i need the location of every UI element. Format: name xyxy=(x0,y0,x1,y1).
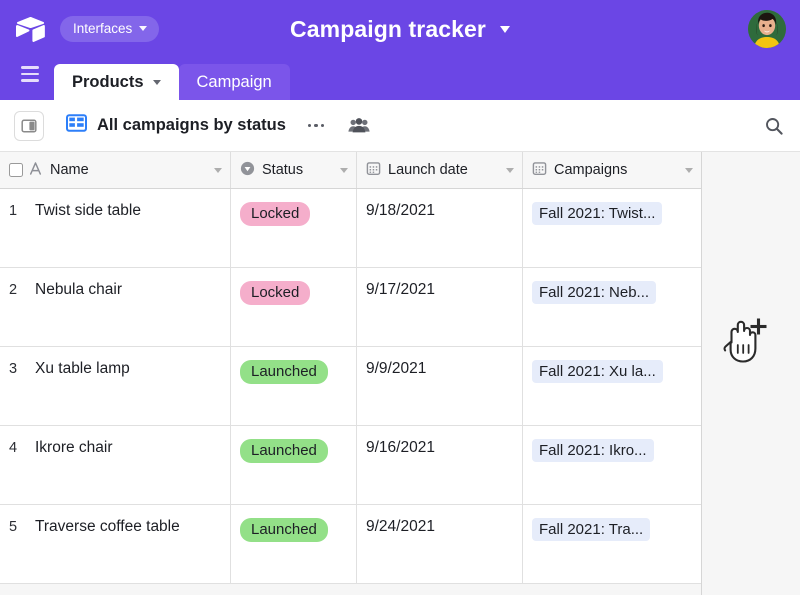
single-select-icon xyxy=(240,161,255,180)
airtable-app-window: Interfaces Campaign tracker Products Cam… xyxy=(0,0,800,595)
cell-name[interactable]: 1 Twist side table xyxy=(0,189,231,267)
tab-campaign-label: Campaign xyxy=(196,72,272,91)
cell-status[interactable]: Launched xyxy=(231,505,357,583)
launch-date-value: 9/16/2021 xyxy=(366,439,435,456)
grid-body: 1 Twist side table Locked 9/18/2021 Fall 202… xyxy=(0,189,702,584)
row-number: 5 xyxy=(9,519,18,535)
avatar[interactable] xyxy=(748,10,786,48)
airtable-logo-icon[interactable] xyxy=(14,12,48,46)
column-header-status[interactable]: Status xyxy=(231,152,357,188)
page-title[interactable]: Campaign tracker xyxy=(290,16,486,43)
launch-date-value: 9/24/2021 xyxy=(366,518,435,535)
launch-date-value: 9/17/2021 xyxy=(366,281,435,298)
chevron-down-icon[interactable] xyxy=(499,25,510,33)
chevron-down-icon[interactable] xyxy=(340,167,348,173)
row-number: 4 xyxy=(9,440,18,456)
linked-record-chip[interactable]: Fall 2021: Twist... xyxy=(532,202,663,225)
status-badge: Launched xyxy=(240,439,328,464)
status-badge: Locked xyxy=(240,202,311,227)
table-tab-strip: Products Campaign xyxy=(0,58,800,100)
row-name-value: Traverse coffee table xyxy=(35,518,180,535)
table-row[interactable]: 4 Ikrore chair Launched 9/16/2021 Fall 2021:… xyxy=(0,426,702,505)
linked-record-chip[interactable]: Fall 2021: Neb... xyxy=(532,281,657,304)
grid-view-icon xyxy=(66,113,87,138)
row-name-value: Ikrore chair xyxy=(35,439,113,456)
cell-campaigns[interactable]: Fall 2021: Tra... xyxy=(523,505,702,583)
cell-campaigns[interactable]: Fall 2021: Neb... xyxy=(523,268,702,346)
linked-record-icon xyxy=(532,161,547,180)
status-badge: Launched xyxy=(240,518,328,543)
cell-campaigns[interactable]: Fall 2021: Twist... xyxy=(523,189,702,267)
chevron-down-icon[interactable] xyxy=(685,167,693,173)
column-header-campaigns-label: Campaigns xyxy=(554,162,628,178)
table-row[interactable]: 3 Xu table lamp Launched 9/9/2021 Fall 2021:… xyxy=(0,347,702,426)
tab-products[interactable]: Products xyxy=(54,64,179,100)
row-number: 2 xyxy=(9,282,18,298)
chevron-down-icon[interactable] xyxy=(506,167,514,173)
current-view-group: All campaigns by status xyxy=(66,113,371,138)
cell-campaigns[interactable]: Fall 2021: Ikro... xyxy=(523,426,702,504)
cell-campaigns[interactable]: Fall 2021: Xu la... xyxy=(523,347,702,425)
cell-status[interactable]: Launched xyxy=(231,347,357,425)
row-number: 3 xyxy=(9,361,18,377)
search-icon[interactable] xyxy=(764,116,784,136)
text-field-icon xyxy=(28,161,43,180)
cell-name[interactable]: 2 Nebula chair xyxy=(0,268,231,346)
column-header-launch-date-label: Launch date xyxy=(388,162,468,178)
sidebar-toggle-icon[interactable] xyxy=(14,110,44,141)
select-all-checkbox[interactable] xyxy=(9,163,23,177)
cell-name[interactable]: 4 Ikrore chair xyxy=(0,426,231,504)
tab-products-label: Products xyxy=(72,72,144,91)
column-header-name-label: Name xyxy=(50,162,89,178)
status-badge: Launched xyxy=(240,360,328,385)
view-name-label[interactable]: All campaigns by status xyxy=(97,116,286,135)
column-header-campaigns[interactable]: Campaigns xyxy=(523,152,702,188)
launch-date-value: 9/18/2021 xyxy=(366,202,435,219)
cell-launch-date[interactable]: 9/18/2021 xyxy=(357,189,523,267)
cell-launch-date[interactable]: 9/16/2021 xyxy=(357,426,523,504)
row-name-value: Nebula chair xyxy=(35,281,123,298)
linked-record-chip[interactable]: Fall 2021: Xu la... xyxy=(532,360,663,383)
launch-date-value: 9/9/2021 xyxy=(366,360,427,377)
grid-header-row: Name Status Launch date Campaigns xyxy=(0,152,702,189)
interfaces-label: Interfaces xyxy=(73,21,133,36)
date-field-icon xyxy=(366,161,381,180)
column-header-status-label: Status xyxy=(262,162,304,178)
linked-record-chip[interactable]: Fall 2021: Ikro... xyxy=(532,439,654,462)
chevron-down-icon xyxy=(139,26,148,31)
cell-launch-date[interactable]: 9/17/2021 xyxy=(357,268,523,346)
interfaces-button[interactable]: Interfaces xyxy=(60,16,160,42)
cell-name[interactable]: 5 Traverse coffee table xyxy=(0,505,231,583)
record-grid: Name Status Launch date Campaigns 1 Twis… xyxy=(0,152,800,595)
table-row[interactable]: 2 Nebula chair Locked 9/17/2021 Fall 2021: N… xyxy=(0,268,702,347)
chevron-down-icon[interactable] xyxy=(214,167,222,173)
row-name-value: Xu table lamp xyxy=(35,360,130,377)
row-number: 1 xyxy=(9,203,18,219)
table-row[interactable]: 5 Traverse coffee table Launched 9/24/2021 F… xyxy=(0,505,702,584)
column-header-name[interactable]: Name xyxy=(0,152,231,188)
cell-status[interactable]: Locked xyxy=(231,268,357,346)
add-field-area[interactable] xyxy=(702,152,800,595)
cell-status[interactable]: Locked xyxy=(231,189,357,267)
view-toolbar: All campaigns by status xyxy=(0,100,800,152)
table-row[interactable]: 1 Twist side table Locked 9/18/2021 Fall 202… xyxy=(0,189,702,268)
top-header-bar: Interfaces Campaign tracker xyxy=(0,0,800,58)
more-options-icon[interactable] xyxy=(304,120,329,131)
chevron-down-icon xyxy=(152,79,161,85)
people-icon[interactable] xyxy=(348,117,371,135)
grid-table: Name Status Launch date Campaigns 1 Twis… xyxy=(0,152,702,584)
cell-launch-date[interactable]: 9/24/2021 xyxy=(357,505,523,583)
row-name-value: Twist side table xyxy=(35,202,141,219)
linked-record-chip[interactable]: Fall 2021: Tra... xyxy=(532,518,651,541)
tab-campaign[interactable]: Campaign xyxy=(178,64,290,100)
hamburger-menu-icon[interactable] xyxy=(14,58,46,100)
cell-status[interactable]: Launched xyxy=(231,426,357,504)
cell-name[interactable]: 3 Xu table lamp xyxy=(0,347,231,425)
column-header-launch-date[interactable]: Launch date xyxy=(357,152,523,188)
status-badge: Locked xyxy=(240,281,311,306)
cell-launch-date[interactable]: 9/9/2021 xyxy=(357,347,523,425)
